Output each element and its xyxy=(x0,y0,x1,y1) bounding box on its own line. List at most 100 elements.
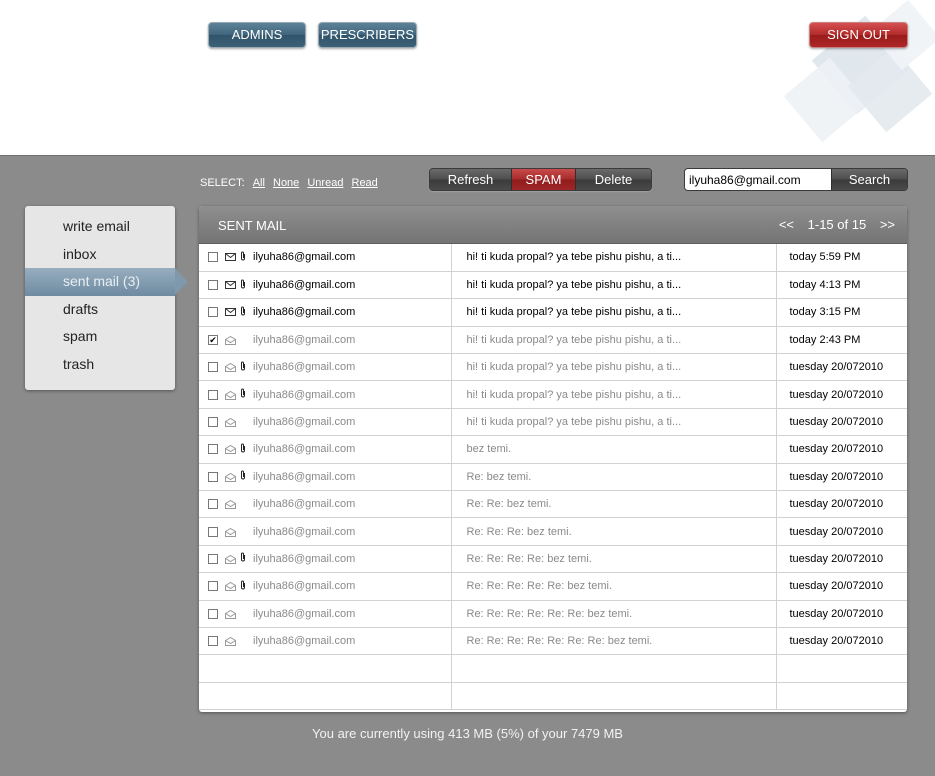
message-subject[interactable]: hi! ti kuda propal? ya tebe pishu pishu,… xyxy=(451,408,777,437)
row-checkbox[interactable] xyxy=(208,553,218,564)
message-subject[interactable]: Re: Re: Re: Re: bez temi. xyxy=(451,545,777,574)
message-from: ilyuha86@gmail.com xyxy=(253,580,356,593)
row-checkbox[interactable] xyxy=(208,252,218,263)
message-row[interactable]: ✔ ilyuha86@gmail.com hi! ti kuda propal? y… xyxy=(199,326,907,355)
sidebar-item-spam[interactable]: spam xyxy=(25,323,175,351)
envelope-open-icon xyxy=(225,582,236,592)
row-checkbox[interactable] xyxy=(208,471,218,482)
paperclip-icon xyxy=(240,251,248,264)
search-box: Search xyxy=(684,168,908,191)
sidebar-item-inbox[interactable]: inbox xyxy=(25,241,175,269)
empty-cell xyxy=(776,682,907,711)
select-all-link[interactable]: All xyxy=(253,177,265,189)
message-subject[interactable]: hi! ti kuda propal? ya tebe pishu pishu,… xyxy=(451,271,777,300)
row-checkbox[interactable] xyxy=(208,636,218,647)
message-date: tuesday 20/072010 xyxy=(776,517,907,546)
message-row[interactable]: ilyuha86@gmail.com Re: Re: Re: Re: Re: be… xyxy=(199,572,907,601)
message-subject[interactable]: hi! ti kuda propal? ya tebe pishu pishu,… xyxy=(451,298,777,327)
search-input[interactable] xyxy=(685,169,831,190)
sidebar-item-sent-mail[interactable]: sent mail (3) xyxy=(25,268,188,296)
row-checkbox[interactable] xyxy=(208,526,218,537)
message-date: tuesday 20/072010 xyxy=(776,408,907,437)
select-unread-link[interactable]: Unread xyxy=(307,177,343,189)
message-from: ilyuha86@gmail.com xyxy=(253,498,356,511)
row-checkbox[interactable] xyxy=(208,280,218,291)
page-range: 1-15 of 15 xyxy=(807,217,867,232)
row-checkbox[interactable] xyxy=(208,389,218,400)
message-from-cell: ilyuha86@gmail.com xyxy=(199,572,452,601)
sidebar-item-write-email[interactable]: write email xyxy=(25,213,175,241)
select-bar: SELECT: All None Unread Read xyxy=(200,177,378,189)
message-subject[interactable]: Re: Re: Re: bez temi. xyxy=(451,517,777,546)
row-checkbox[interactable]: ✔ xyxy=(208,334,218,345)
empty-cell xyxy=(199,682,452,711)
message-date: tuesday 20/072010 xyxy=(776,463,907,492)
message-row[interactable]: ilyuha86@gmail.com hi! ti kuda propal? ya… xyxy=(199,271,907,300)
empty-cell xyxy=(451,654,777,683)
prescribers-button[interactable]: PRESCRIBERS xyxy=(318,22,417,48)
row-checkbox[interactable] xyxy=(208,362,218,373)
message-row[interactable]: ilyuha86@gmail.com bez temi. tuesday 20/07… xyxy=(199,435,907,464)
envelope-open-icon xyxy=(225,500,236,510)
sign-out-button[interactable]: SIGN OUT xyxy=(809,22,908,48)
paperclip-icon xyxy=(240,388,248,401)
message-row[interactable]: ilyuha86@gmail.com Re: bez temi. tuesday 2… xyxy=(199,463,907,492)
message-row[interactable]: ilyuha86@gmail.com hi! ti kuda propal? ya… xyxy=(199,244,907,272)
envelope-open-icon xyxy=(225,363,236,373)
envelope-open-icon xyxy=(225,527,236,537)
envelope-open-icon xyxy=(225,390,236,400)
message-from: ilyuha86@gmail.com xyxy=(253,333,356,346)
message-from-cell: ilyuha86@gmail.com xyxy=(199,408,452,437)
message-from: ilyuha86@gmail.com xyxy=(253,552,356,565)
sidebar-item-trash[interactable]: trash xyxy=(25,351,175,379)
message-subject[interactable]: bez temi. xyxy=(451,435,777,464)
empty-cell xyxy=(776,654,907,683)
row-checkbox[interactable] xyxy=(208,608,218,619)
message-row[interactable]: ilyuha86@gmail.com Re: Re: bez temi. tuesd… xyxy=(199,490,907,519)
message-date: tuesday 20/072010 xyxy=(776,572,907,601)
message-row[interactable]: ilyuha86@gmail.com hi! ti kuda propal? ya… xyxy=(199,408,907,437)
message-row[interactable]: ilyuha86@gmail.com hi! ti kuda propal? ya… xyxy=(199,298,907,327)
row-checkbox[interactable] xyxy=(208,581,218,592)
message-subject[interactable]: Re: Re: bez temi. xyxy=(451,490,777,519)
envelope-open-icon xyxy=(225,637,236,647)
select-none-link[interactable]: None xyxy=(273,177,299,189)
empty-row xyxy=(199,682,907,711)
message-date: tuesday 20/072010 xyxy=(776,627,907,656)
row-checkbox[interactable] xyxy=(208,499,218,510)
row-checkbox[interactable] xyxy=(208,307,218,318)
message-subject[interactable]: hi! ti kuda propal? ya tebe pishu pishu,… xyxy=(451,380,777,409)
message-subject[interactable]: hi! ti kuda propal? ya tebe pishu pishu,… xyxy=(451,353,777,382)
message-row[interactable]: ilyuha86@gmail.com Re: Re: Re: Re: bez te… xyxy=(199,545,907,574)
message-row[interactable]: ilyuha86@gmail.com Re: Re: Re: Re: Re: Re… xyxy=(199,600,907,628)
search-button[interactable]: Search xyxy=(831,169,907,190)
row-checkbox[interactable] xyxy=(208,417,218,428)
message-row[interactable]: ilyuha86@gmail.com Re: Re: Re: bez temi. t… xyxy=(199,517,907,546)
checkmark-icon: ✔ xyxy=(209,334,217,345)
row-checkbox[interactable] xyxy=(208,444,218,455)
message-subject[interactable]: Re: Re: Re: Re: Re: Re: Re: bez temi. xyxy=(451,627,777,656)
paperclip-icon xyxy=(240,361,248,374)
select-label: SELECT: xyxy=(200,177,245,189)
refresh-button[interactable]: Refresh xyxy=(430,169,512,190)
select-read-link[interactable]: Read xyxy=(352,177,378,189)
message-from: ilyuha86@gmail.com xyxy=(253,279,356,292)
message-from-cell: ilyuha86@gmail.com xyxy=(199,627,452,656)
sidebar-item-drafts[interactable]: drafts xyxy=(25,296,175,324)
message-row[interactable]: ilyuha86@gmail.com hi! ti kuda propal? ya… xyxy=(199,380,907,409)
message-row[interactable]: ilyuha86@gmail.com Re: Re: Re: Re: Re: Re… xyxy=(199,627,907,656)
message-subject[interactable]: hi! ti kuda propal? ya tebe pishu pishu,… xyxy=(451,326,777,355)
message-row[interactable]: ilyuha86@gmail.com hi! ti kuda propal? ya… xyxy=(199,353,907,382)
prev-page-button[interactable]: << xyxy=(779,217,794,232)
message-from: ilyuha86@gmail.com xyxy=(253,635,356,648)
message-from: ilyuha86@gmail.com xyxy=(253,306,356,319)
paperclip-icon xyxy=(240,306,248,319)
spam-button[interactable]: SPAM xyxy=(512,169,576,190)
message-subject[interactable]: Re: Re: Re: Re: Re: bez temi. xyxy=(451,572,777,601)
message-subject[interactable]: Re: Re: Re: Re: Re: Re: bez temi. xyxy=(451,600,777,628)
admins-button[interactable]: ADMINS xyxy=(208,22,306,48)
message-subject[interactable]: hi! ti kuda propal? ya tebe pishu pishu,… xyxy=(451,244,777,272)
next-page-button[interactable]: >> xyxy=(880,217,895,232)
delete-button[interactable]: Delete xyxy=(576,169,651,190)
message-subject[interactable]: Re: bez temi. xyxy=(451,463,777,492)
